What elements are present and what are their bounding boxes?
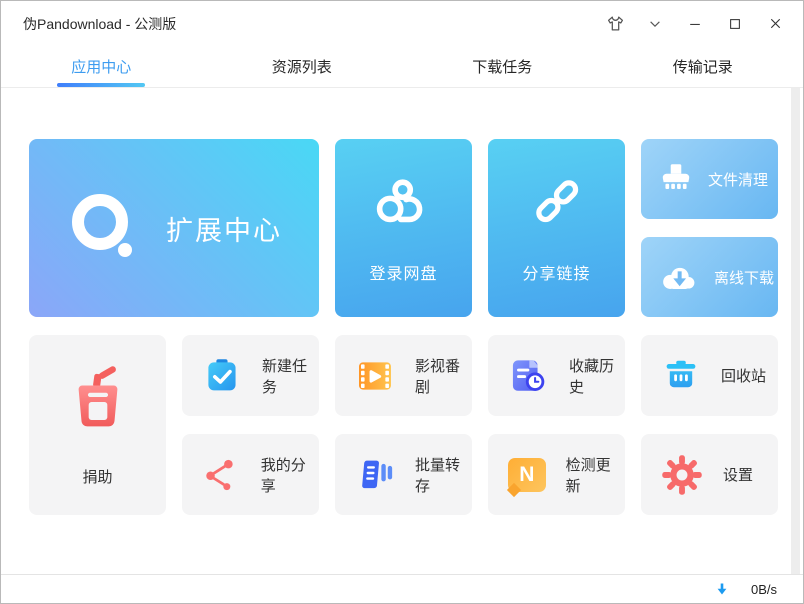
app-center-panel: 扩展中心 登录网盘 分享链接 文件清理 离线下载 新建任务 影视番剧 捐助 收藏… [1,88,803,574]
skin-theme-button[interactable] [595,8,635,40]
extension-ring-icon [72,194,132,257]
tile-label: 登录网盘 [369,266,438,283]
tile-batch-transfer[interactable]: 批量转存 [335,434,472,515]
tile-label: 回收站 [721,368,767,385]
tab-transfer-history[interactable]: 传输记录 [603,46,804,87]
tile-check-update[interactable]: N 检测更新 [488,434,625,515]
download-speed: 0B/s [750,581,777,597]
tab-download-tasks[interactable]: 下载任务 [402,46,603,87]
tab-label: 传输记录 [672,59,733,76]
tab-label: 下载任务 [472,59,533,76]
statusbar: 0B/s [1,574,803,603]
cloud-download-icon [663,267,695,289]
batch-transfer-icon [362,460,393,488]
tile-label: 离线下载 [714,269,775,287]
tile-label: 影视番剧 [414,357,460,396]
vertical-scrollbar[interactable] [791,88,800,574]
titlebar: 伪Pandownload - 公测版 [1,1,803,46]
tab-bar: 应用中心 资源列表 下载任务 传输记录 [1,46,803,88]
dropdown-menu-button[interactable] [635,8,675,40]
app-window: 伪Pandownload - 公测版 应用中心 资源列表 下载任务 传输记录 扩… [0,0,804,604]
maximize-icon [730,18,740,29]
history-document-clock-icon [512,359,545,391]
drink-cup-icon [78,365,117,426]
minimize-button[interactable] [675,8,715,40]
new-task-clipboard-icon [208,358,236,390]
tile-movies-anime[interactable]: 影视番剧 [335,335,472,416]
update-letter: N [519,462,535,486]
tile-offline-download[interactable]: 离线下载 [641,237,778,317]
tile-label: 新建任务 [261,357,307,396]
close-button[interactable] [755,8,795,40]
clean-brush-icon [662,164,690,190]
tile-donate[interactable]: 捐助 [29,335,166,515]
tile-login-netdisk[interactable]: 登录网盘 [335,139,472,317]
tile-label: 设置 [723,467,754,484]
tile-label: 批量转存 [414,456,460,495]
tile-grid: 扩展中心 登录网盘 分享链接 文件清理 离线下载 新建任务 影视番剧 捐助 收藏… [29,139,778,515]
tile-label: 文件清理 [708,171,769,189]
update-n-badge-icon: N [508,457,546,492]
window-controls [595,8,795,40]
tile-label: 分享链接 [522,266,591,283]
chevron-down-icon [650,20,660,27]
tile-label: 检测更新 [565,456,611,495]
window-title: 伪Pandownload - 公测版 [23,15,177,32]
maximize-button[interactable] [715,8,755,40]
tab-label: 资源列表 [271,59,332,76]
tile-extension-center[interactable]: 扩展中心 [29,139,319,317]
chain-link-icon [535,180,578,223]
close-icon [770,18,780,29]
tab-app-center[interactable]: 应用中心 [1,46,202,87]
gear-icon [662,454,702,495]
tile-file-clean[interactable]: 文件清理 [641,139,778,219]
tile-favorites-history[interactable]: 收藏历史 [488,335,625,416]
tab-resource-list[interactable]: 资源列表 [202,46,403,87]
tile-settings[interactable]: 设置 [641,434,778,515]
tile-my-shares[interactable]: 我的分享 [182,434,319,515]
tile-label: 我的分享 [260,456,306,495]
tile-stack: 文件清理 离线下载 [641,139,778,317]
tile-new-task[interactable]: 新建任务 [182,335,319,416]
film-play-icon [358,361,391,390]
tab-label: 应用中心 [71,59,132,76]
tile-recycle-bin[interactable]: 回收站 [641,335,778,416]
tile-label: 捐助 [82,468,113,486]
tile-share-link[interactable]: 分享链接 [488,139,625,317]
tile-label: 收藏历史 [569,357,615,396]
tshirt-icon [607,16,623,31]
trash-bin-icon [666,360,696,387]
download-arrow-icon [717,583,727,594]
tile-label: 扩展中心 [166,215,282,246]
minimize-icon [690,23,700,25]
share-nodes-icon [206,459,233,490]
baidu-netdisk-cloud-icon [376,179,422,223]
